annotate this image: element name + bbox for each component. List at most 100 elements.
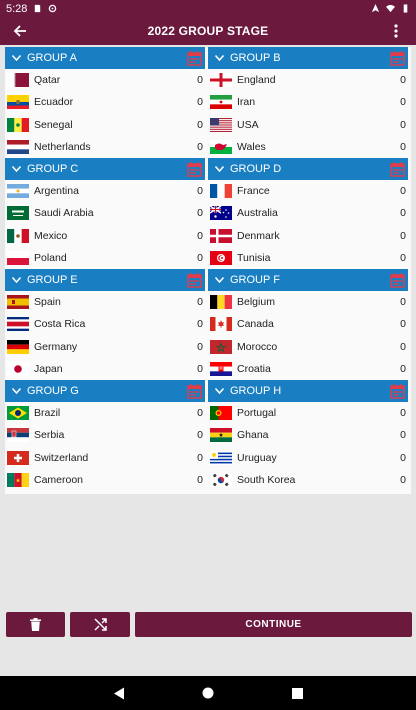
team-row[interactable]: Wales 0 xyxy=(208,136,408,158)
team-score: 0 xyxy=(400,207,406,220)
team-row[interactable]: Ecuador 0 xyxy=(5,91,205,113)
team-score: 0 xyxy=(197,340,203,353)
team-score: 0 xyxy=(197,429,203,442)
wales-flag-icon xyxy=(210,139,232,154)
team-name: Serbia xyxy=(34,429,65,442)
senegal-flag-icon xyxy=(7,117,29,132)
continue-button[interactable]: CONTINUE xyxy=(135,612,412,637)
team-row[interactable]: Iran 0 xyxy=(208,91,408,113)
group-header[interactable]: GROUP D xyxy=(208,158,408,180)
back-arrow-icon xyxy=(13,25,26,37)
cameroon-flag-icon xyxy=(7,472,29,487)
argentina-flag-icon xyxy=(7,184,29,199)
delete-button[interactable] xyxy=(6,612,65,637)
team-row[interactable]: Belgium 0 xyxy=(208,291,408,313)
calendar-button[interactable] xyxy=(386,47,408,69)
calendar-button[interactable] xyxy=(386,380,408,402)
chevron-down-icon xyxy=(5,277,27,283)
nav-home-button[interactable] xyxy=(201,686,215,700)
team-row[interactable]: Croatia 0 xyxy=(208,358,408,380)
team-name: Costa Rica xyxy=(34,318,86,331)
team-row[interactable]: Switzerland 0 xyxy=(5,447,205,469)
nav-back-button[interactable] xyxy=(112,686,126,700)
overflow-menu-button[interactable] xyxy=(376,17,416,45)
team-name: Qatar xyxy=(34,74,61,87)
team-row[interactable]: Poland 0 xyxy=(5,247,205,269)
group-header[interactable]: GROUP E xyxy=(5,269,205,291)
team-score: 0 xyxy=(400,407,406,420)
team-score: 0 xyxy=(197,473,203,486)
team-row[interactable]: Australia 0 xyxy=(208,202,408,224)
trash-icon xyxy=(30,618,41,631)
nav-recents-button[interactable] xyxy=(290,686,304,700)
team-row[interactable]: Morocco 0 xyxy=(208,336,408,358)
team-row[interactable]: South Korea 0 xyxy=(208,469,408,491)
group-header[interactable]: GROUP B xyxy=(208,47,408,69)
spain-flag-icon xyxy=(7,295,29,310)
back-button[interactable] xyxy=(0,17,40,45)
team-row[interactable]: USA 0 xyxy=(208,114,408,136)
team-row[interactable]: Argentina 0 xyxy=(5,180,205,202)
team-row[interactable]: England 0 xyxy=(208,69,408,91)
team-name: Germany xyxy=(34,340,78,353)
team-row[interactable]: Portugal 0 xyxy=(208,402,408,424)
team-row[interactable]: France 0 xyxy=(208,180,408,202)
mexico-flag-icon xyxy=(7,228,29,243)
calendar-button[interactable] xyxy=(183,158,205,180)
team-row[interactable]: Canada 0 xyxy=(208,313,408,335)
ghana-flag-icon xyxy=(210,428,232,443)
calendar-button[interactable] xyxy=(386,269,408,291)
team-name: Uruguay xyxy=(237,451,277,464)
portugal-flag-icon xyxy=(210,406,232,421)
team-score: 0 xyxy=(197,251,203,264)
team-score: 0 xyxy=(400,473,406,486)
group-header[interactable]: GROUP H xyxy=(208,380,408,402)
team-row[interactable]: Mexico 0 xyxy=(5,225,205,247)
team-row[interactable]: Cameroon 0 xyxy=(5,469,205,491)
calendar-button[interactable] xyxy=(183,47,205,69)
team-row[interactable]: Ghana 0 xyxy=(208,424,408,446)
calendar-icon xyxy=(389,50,405,66)
team-row[interactable]: Netherlands 0 xyxy=(5,136,205,158)
japan-flag-icon xyxy=(7,361,29,376)
group-header[interactable]: GROUP A xyxy=(5,47,205,69)
team-row[interactable]: Brazil 0 xyxy=(5,402,205,424)
team-row[interactable]: Tunisia 0 xyxy=(208,247,408,269)
group-card: GROUP B England 0 Iran 0 USA 0 Wales 0 xyxy=(208,47,408,158)
team-name: Morocco xyxy=(237,340,278,353)
chevron-down-icon xyxy=(208,55,230,61)
team-row[interactable]: Spain 0 xyxy=(5,291,205,313)
chevron-down-icon xyxy=(5,55,27,61)
team-row[interactable]: Saudi Arabia 0 xyxy=(5,202,205,224)
team-name: South Korea xyxy=(237,473,296,486)
team-score: 0 xyxy=(197,74,203,87)
group-header[interactable]: GROUP F xyxy=(208,269,408,291)
group-card: GROUP D France 0 Australia 0 Denmark 0 Tunisia 0 xyxy=(208,158,408,269)
calendar-button[interactable] xyxy=(386,158,408,180)
group-header[interactable]: GROUP C xyxy=(5,158,205,180)
team-row[interactable]: Qatar 0 xyxy=(5,69,205,91)
team-score: 0 xyxy=(400,96,406,109)
team-row[interactable]: Senegal 0 xyxy=(5,114,205,136)
team-row[interactable]: Germany 0 xyxy=(5,336,205,358)
calendar-button[interactable] xyxy=(183,269,205,291)
bottom-action-bar: CONTINUE xyxy=(0,612,416,638)
location-icon xyxy=(371,4,380,13)
team-row[interactable]: Serbia 0 xyxy=(5,424,205,446)
chevron-down-icon xyxy=(208,388,230,394)
group-header[interactable]: GROUP G xyxy=(5,380,205,402)
team-row[interactable]: Costa Rica 0 xyxy=(5,313,205,335)
team-row[interactable]: Denmark 0 xyxy=(208,225,408,247)
recents-square-icon xyxy=(291,687,303,699)
sync-icon xyxy=(49,4,57,13)
group-name: GROUP H xyxy=(230,385,282,397)
team-row[interactable]: Uruguay 0 xyxy=(208,447,408,469)
group-name: GROUP G xyxy=(27,385,79,397)
shuffle-button[interactable] xyxy=(70,612,130,637)
team-name: Cameroon xyxy=(34,473,84,486)
group-name: GROUP D xyxy=(230,163,282,175)
calendar-button[interactable] xyxy=(183,380,205,402)
team-row[interactable]: Japan 0 xyxy=(5,358,205,380)
netherlands-flag-icon xyxy=(7,139,29,154)
team-score: 0 xyxy=(400,451,406,464)
